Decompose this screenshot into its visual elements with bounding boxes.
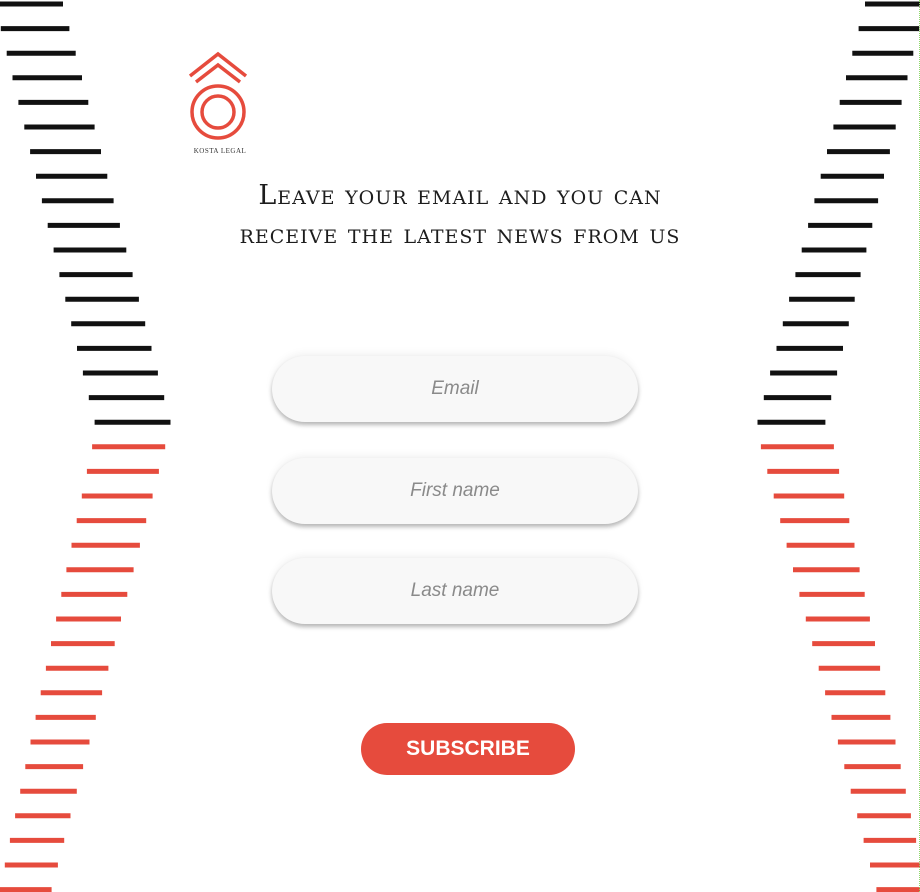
email-input[interactable] <box>272 356 638 422</box>
newsletter-headline: Leave your email and you can receive the… <box>0 176 920 254</box>
first-name-input[interactable] <box>272 458 638 524</box>
brand-name: KOSTA LEGAL <box>193 147 247 155</box>
last-name-input[interactable] <box>272 558 638 624</box>
subscribe-button[interactable]: SUBSCRIBE <box>361 723 575 775</box>
headline-line-1: Leave your email and you can <box>258 180 662 211</box>
kosta-legal-logo-icon <box>188 51 248 140</box>
headline-line-2: receive the latest news from us <box>239 219 681 250</box>
left-stripe-pattern <box>0 1 171 892</box>
brand-logo: KOSTA LEGAL <box>186 50 254 160</box>
right-stripe-pattern <box>757 1 920 892</box>
